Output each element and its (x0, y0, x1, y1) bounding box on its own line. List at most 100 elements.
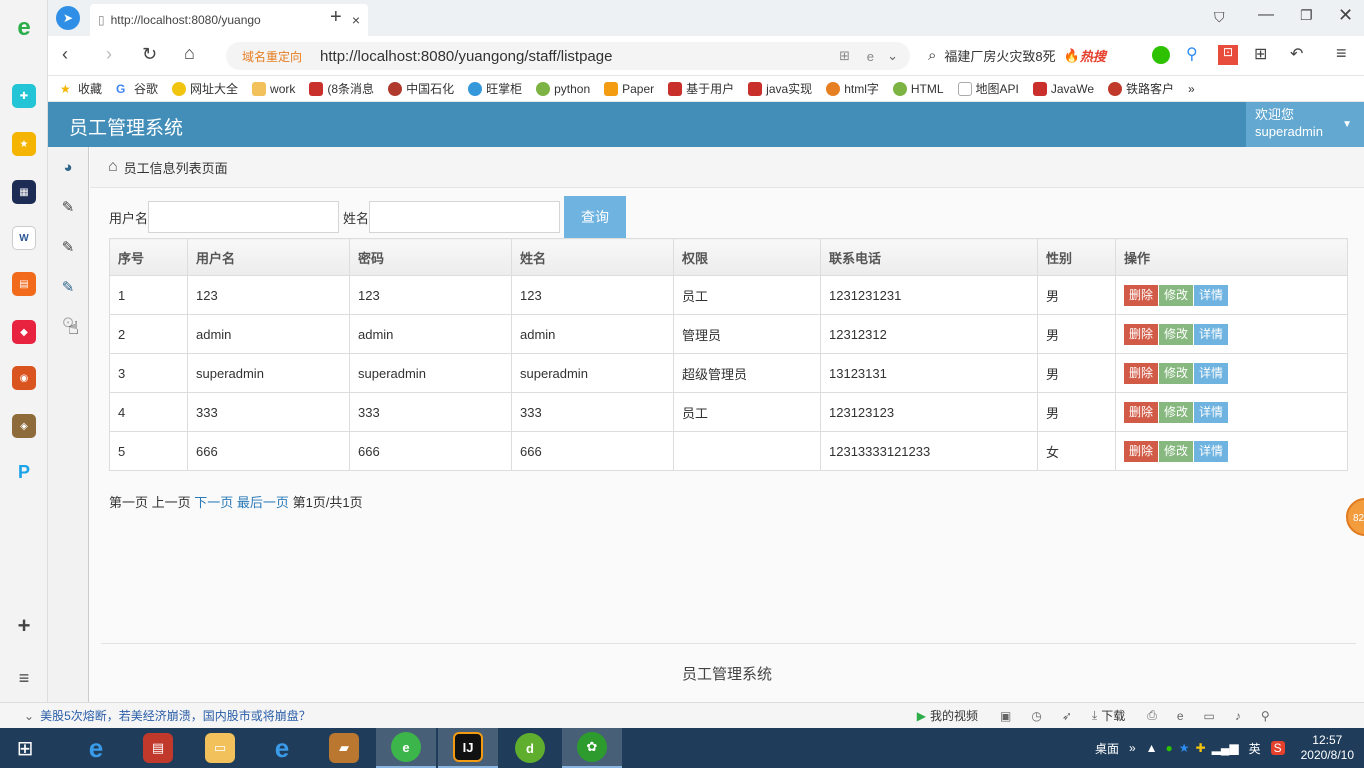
back-icon[interactable]: ‹ (62, 44, 68, 65)
zoom-icon[interactable]: ⚲ (1261, 709, 1270, 723)
expand-icon[interactable]: » (1129, 741, 1136, 755)
query-button[interactable]: 查询 (564, 196, 627, 238)
menu-icon[interactable]: ≡ (1336, 43, 1347, 64)
edit-button[interactable]: 修改 (1159, 440, 1194, 462)
window-icon[interactable]: ▭ (1204, 709, 1215, 723)
novel-app-icon[interactable]: ▤ (12, 272, 36, 296)
search-box[interactable]: ⌕ 福建厂房火灾致8死 🔥 热搜 (928, 46, 1106, 65)
bookmark-item[interactable]: 网址大全 (172, 80, 238, 97)
edit-button[interactable]: 修改 (1159, 284, 1194, 306)
bookmark-item[interactable]: 铁路客户 (1108, 80, 1174, 97)
new-tab-icon[interactable]: + (330, 6, 342, 29)
taskbar-ie[interactable]: e (66, 728, 126, 768)
detail-button[interactable]: 详情 (1194, 284, 1229, 306)
username-search-input[interactable] (148, 201, 340, 233)
qr-icon[interactable]: ⊞ (839, 48, 850, 64)
bookmark-item[interactable]: 地图API (957, 80, 1019, 97)
news-ticker[interactable]: 美股5次熔断，若美经济崩溃，国内股市或将崩盘？ (40, 707, 311, 724)
bookmark-item[interactable]: html字 (826, 80, 879, 97)
forward-icon[interactable]: › (106, 44, 112, 65)
bookmark-item[interactable]: work (252, 81, 295, 96)
word-app-icon[interactable]: W (12, 226, 36, 250)
bookmark-item[interactable]: Paper (604, 81, 654, 96)
chevron-down-icon[interactable]: ⌄ (887, 48, 898, 64)
taskbar-ie2[interactable]: e (252, 728, 312, 768)
tray-up-icon[interactable]: ▲ (1146, 741, 1158, 755)
wechat-icon[interactable] (1152, 46, 1170, 64)
screenshot-icon[interactable]: ▣ (1000, 709, 1011, 723)
maximize-icon[interactable]: ❐ (1300, 7, 1313, 24)
taskbar-notes[interactable]: ▤ (128, 728, 188, 768)
taskbar-app[interactable]: ✿ (562, 728, 622, 768)
clock[interactable]: 12:57 2020/8/10 (1301, 733, 1354, 763)
bookmark-item[interactable]: java实现 (748, 80, 812, 97)
refresh-icon[interactable]: ↻ (142, 44, 157, 65)
rocket-icon[interactable]: ➶ (1062, 709, 1072, 723)
security-tray-icon[interactable]: ★ (1179, 741, 1190, 755)
url-text[interactable]: http://localhost:8080/yuangong/staff/lis… (320, 48, 612, 65)
browser-logo-icon[interactable]: e (12, 14, 36, 41)
tool-icon[interactable]: ⊡ (1218, 45, 1238, 65)
taskbar-intellij[interactable]: IJ (438, 728, 498, 768)
detail-button[interactable]: 详情 (1194, 440, 1229, 462)
find-icon[interactable]: ⚲ (1186, 44, 1198, 64)
edit-button[interactable]: 修改 (1159, 401, 1194, 423)
taskbar-dreamweaver[interactable]: d (500, 728, 560, 768)
volume-icon[interactable]: ♪ (1235, 709, 1241, 723)
undo-icon[interactable]: ↶ (1290, 44, 1303, 64)
minimize-icon[interactable]: — (1258, 6, 1274, 24)
wechat-tray-icon[interactable]: ● (1166, 741, 1173, 755)
detail-button[interactable]: 详情 (1194, 401, 1229, 423)
signal-icon[interactable]: ▂▄▆ (1212, 741, 1239, 755)
shop-app-icon[interactable]: ◆ (12, 320, 36, 344)
detail-button[interactable]: 详情 (1194, 362, 1229, 384)
taskbar-explorer[interactable]: ▭ (190, 728, 250, 768)
shirt-icon[interactable]: ⛉ (1214, 9, 1225, 26)
user-menu[interactable]: 欢迎您 superadmin ▼ (1246, 102, 1364, 147)
floating-badge[interactable]: 82 (1346, 498, 1364, 536)
edit-icon[interactable]: ✎ (48, 267, 88, 307)
address-bar[interactable]: 域名重定向 http://localhost:8080/yuangong/sta… (226, 42, 910, 70)
news-app-icon[interactable]: ▦ (12, 180, 36, 204)
edit-icon[interactable]: ✎ (48, 227, 88, 267)
browser-tab[interactable]: ▯ http://localhost:8080/yuango × (90, 4, 368, 36)
menu-list-icon[interactable]: ≡ (12, 666, 36, 690)
ie-mode-icon[interactable]: e (867, 49, 874, 64)
sogou-icon[interactable]: S (1270, 741, 1285, 755)
chevron-down-icon[interactable]: ⌄ (24, 709, 34, 723)
first-page-link[interactable]: 第一页 (109, 495, 148, 510)
ime-label[interactable]: 英 (1249, 740, 1261, 757)
game2-app-icon[interactable]: ◈ (12, 414, 36, 438)
print-icon[interactable]: ⎙ (1147, 708, 1157, 723)
delete-button[interactable]: 删除 (1124, 362, 1159, 384)
close-window-icon[interactable]: ✕ (1338, 5, 1353, 26)
next-page-link[interactable]: 下一页 (194, 495, 233, 510)
edit-button[interactable]: 修改 (1159, 323, 1194, 345)
my-video-link[interactable]: 我的视频 (930, 707, 978, 724)
detail-button[interactable]: 详情 (1194, 323, 1229, 345)
desktop-label[interactable]: 桌面 (1095, 740, 1119, 757)
delete-button[interactable]: 删除 (1124, 440, 1159, 462)
ie-icon[interactable]: e (1177, 709, 1184, 723)
last-page-link[interactable]: 最后一页 (237, 495, 289, 510)
speed-icon[interactable]: ◷ (1031, 709, 1041, 723)
star-app-icon[interactable]: ★ (12, 132, 36, 156)
bookmark-item[interactable]: 基于用户 (668, 80, 734, 97)
delete-button[interactable]: 删除 (1124, 323, 1159, 345)
edit-button[interactable]: 修改 (1159, 362, 1194, 384)
navigate-icon[interactable]: ➤ (56, 6, 80, 30)
download-link[interactable]: 下载 (1101, 707, 1125, 724)
bookmark-item[interactable]: (8条消息 (309, 80, 374, 97)
game-app-icon[interactable]: ◉ (12, 366, 36, 390)
bookmark-item[interactable]: 旺掌柜 (468, 80, 522, 97)
bookmark-item[interactable]: G 谷歌 (116, 80, 158, 97)
prev-page-link[interactable]: 上一页 (152, 495, 191, 510)
edit-icon[interactable]: ✎ (48, 187, 88, 227)
plus-app-icon[interactable]: ✚ (12, 84, 36, 108)
delete-button[interactable]: 删除 (1124, 401, 1159, 423)
p-app-icon[interactable]: P (12, 460, 36, 484)
name-search-input[interactable] (369, 201, 561, 233)
home-icon[interactable]: ⌂ (184, 43, 195, 64)
apps-grid-icon[interactable]: ⊞ (1254, 44, 1267, 64)
bookmark-item[interactable]: JavaWe (1032, 81, 1094, 96)
